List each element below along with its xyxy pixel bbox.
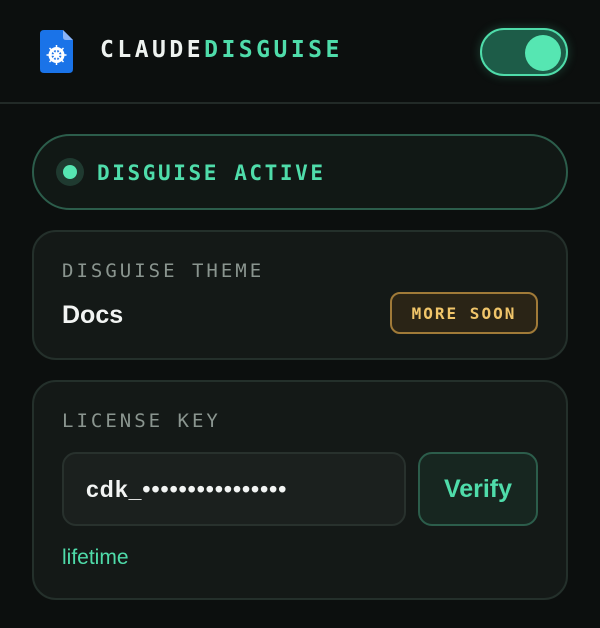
app-title-part1: CLAUDE	[100, 37, 205, 63]
theme-card: DISGUISE THEME Docs MORE SOON	[32, 230, 568, 360]
theme-section-label: DISGUISE THEME	[62, 260, 265, 282]
toggle-knob	[525, 35, 561, 71]
license-card: LICENSE KEY Verify lifetime	[32, 380, 568, 600]
license-key-input[interactable]	[62, 452, 406, 526]
verify-button[interactable]: Verify	[418, 452, 538, 526]
status-dot-icon	[63, 165, 77, 179]
license-section-label: LICENSE KEY	[62, 410, 221, 432]
disguise-toggle[interactable]	[480, 28, 568, 76]
more-soon-badge: MORE SOON	[390, 292, 538, 334]
app-title-part2: DISGUISE	[204, 37, 343, 63]
status-label: DISGUISE ACTIVE	[97, 161, 326, 185]
theme-value: Docs	[62, 301, 124, 329]
status-pill: DISGUISE ACTIVE	[32, 134, 568, 210]
status-indicator	[56, 158, 84, 186]
app-title: CLAUDEDISGUISE	[100, 36, 343, 64]
license-status: lifetime	[62, 546, 129, 569]
header: CLAUDEDISGUISE	[0, 0, 600, 104]
docs-file-icon	[40, 30, 73, 73]
